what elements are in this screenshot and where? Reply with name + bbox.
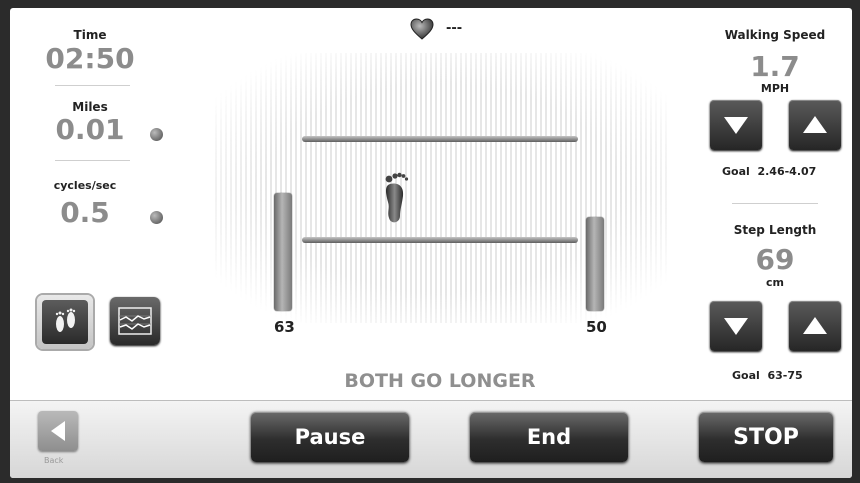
speed-goal-label: Goal	[722, 165, 750, 178]
end-button[interactable]: End	[470, 412, 628, 462]
speed-goal-range: 2.46-4.07	[757, 165, 817, 178]
graph-view-button[interactable]	[110, 297, 160, 345]
step-length-goal-range: 63-75	[767, 369, 803, 382]
pause-button[interactable]: Pause	[251, 412, 409, 462]
walking-speed-unit: MPH	[760, 82, 790, 95]
down-arrow-icon	[724, 318, 748, 335]
speed-goal: Goal 2.46-4.07	[722, 165, 842, 178]
divider	[55, 160, 130, 161]
stop-button[interactable]: STOP	[699, 412, 833, 462]
right-step-value: 50	[586, 318, 607, 336]
back-button[interactable]	[38, 411, 78, 451]
left-step-value: 63	[274, 318, 295, 336]
back-arrow-icon	[51, 421, 65, 441]
step-length-value: 69	[755, 243, 795, 276]
right-step-bar	[586, 217, 604, 311]
status-message: BOTH GO LONGER	[344, 370, 536, 392]
time-label: Time	[73, 28, 107, 42]
divider	[732, 203, 818, 204]
graph-icon	[118, 307, 152, 335]
up-arrow-icon	[803, 116, 827, 133]
miles-label: Miles	[72, 100, 108, 114]
up-arrow-icon	[803, 317, 827, 334]
step-length-unit: cm	[766, 276, 784, 289]
time-value: 02:50	[45, 42, 135, 75]
miles-value: 0.01	[55, 113, 125, 146]
bottom-toolbar: Back Pause End STOP	[10, 400, 852, 478]
top-guide-bar	[302, 136, 578, 142]
heart-rate-value: ---	[446, 21, 463, 36]
step-length-decrease-button[interactable]	[710, 301, 762, 351]
left-step-bar	[274, 193, 292, 311]
foot-icon	[385, 172, 409, 223]
back-label: Back	[44, 456, 64, 465]
bottom-guide-bar	[302, 237, 578, 243]
step-length-label: Step Length	[733, 223, 817, 237]
cycles-value: 0.5	[60, 196, 110, 229]
step-length-goal: Goal 63-75	[732, 369, 842, 382]
down-arrow-icon	[724, 117, 748, 134]
heart-icon	[410, 18, 434, 40]
miles-indicator-dot	[150, 128, 163, 141]
footprints-icon	[55, 308, 76, 332]
step-length-increase-button[interactable]	[789, 301, 841, 351]
step-length-goal-label: Goal	[732, 369, 760, 382]
speed-decrease-button[interactable]	[710, 100, 762, 150]
divider	[55, 85, 130, 86]
treadmill-screen: Time 02:50 Miles 0.01 cycles/sec 0.5 ---…	[10, 8, 852, 478]
cycles-indicator-dot	[150, 211, 163, 224]
walking-speed-label: Walking Speed	[724, 28, 826, 42]
footprints-view-button[interactable]	[37, 295, 93, 349]
walking-speed-value: 1.7	[750, 50, 800, 83]
cycles-label: cycles/sec	[53, 179, 117, 192]
speed-increase-button[interactable]	[789, 100, 841, 150]
